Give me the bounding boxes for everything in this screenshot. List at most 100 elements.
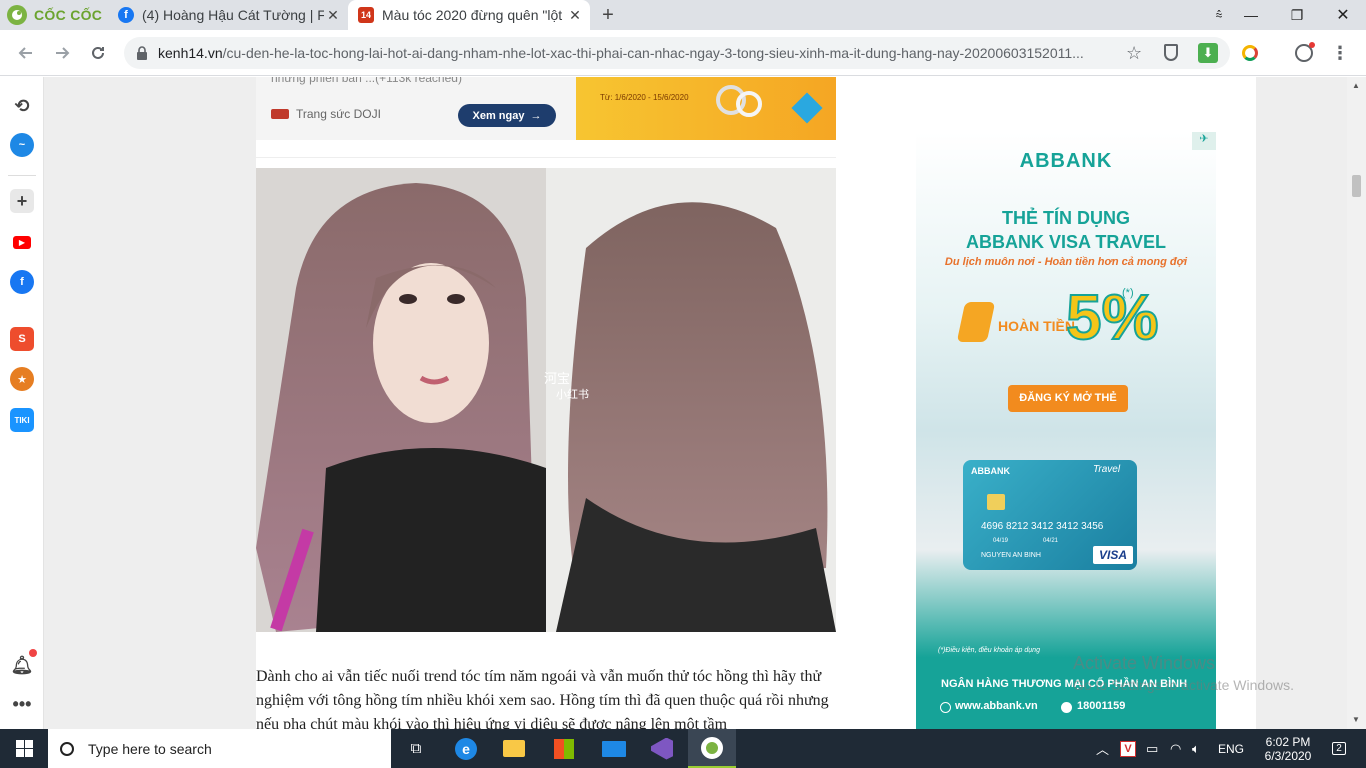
card-type: Travel: [1093, 464, 1121, 475]
phone-icon: [1061, 702, 1072, 713]
close-window-button[interactable]: ✕: [1320, 0, 1366, 30]
file-explorer-icon[interactable]: [490, 729, 538, 768]
tiki-icon[interactable]: TIKI: [10, 408, 34, 432]
clock-time: 6:02 PM: [1265, 734, 1311, 749]
photo-caption: 小红书: [556, 389, 589, 401]
cashback-value: 5%: [1065, 280, 1159, 354]
scroll-down-icon[interactable]: ▼: [1352, 715, 1360, 724]
hair-photo-image: [256, 168, 836, 632]
task-view-icon[interactable]: ⧉: [392, 729, 440, 768]
gem-icon: [791, 92, 823, 124]
store-logo: [554, 738, 574, 759]
close-tab-icon[interactable]: ✕: [566, 7, 584, 24]
antivirus-logo: V: [1120, 740, 1136, 757]
restore-button[interactable]: ❐: [1274, 0, 1320, 30]
card-number: 4696 8212 3412 3412 3456: [981, 521, 1104, 532]
promo-note: những phiên bản ...(+113k reached): [271, 77, 462, 85]
coccoc-icon: [7, 5, 27, 25]
abbank-ad[interactable]: ✈ ABBANK THẺ TÍN DỤNG ABBANK VISA TRAVEL…: [916, 132, 1216, 729]
tray-chevron-icon[interactable]: ︿: [1096, 729, 1109, 768]
notification-dot: [1309, 42, 1315, 48]
youtube-play-icon: ▶: [13, 235, 31, 249]
game-icon[interactable]: ★: [10, 367, 34, 391]
article-photo[interactable]: 河宝 小红书: [256, 168, 836, 632]
card-valid-from: 04/19: [993, 538, 1009, 544]
back-button[interactable]: [12, 39, 40, 67]
new-tab-button[interactable]: +: [596, 3, 620, 27]
start-button[interactable]: [0, 729, 48, 768]
register-card-button[interactable]: ĐĂNG KÝ MỞ THẺ: [1008, 385, 1128, 412]
edge-icon[interactable]: e: [442, 729, 490, 768]
arrow-right-icon: [56, 47, 70, 59]
arrow-right-icon: →: [530, 109, 542, 122]
visual-studio-icon[interactable]: [638, 729, 686, 768]
store-icon[interactable]: [540, 729, 588, 768]
minimize-button[interactable]: —: [1228, 0, 1274, 30]
globe-icon: [940, 702, 951, 713]
menu-button[interactable]: ⋮: [1326, 39, 1354, 67]
folder-logo: [503, 740, 525, 757]
tab-kenh14[interactable]: 14 Màu tóc 2020 đừng quên "lột ✕: [348, 0, 590, 30]
action-center-icon[interactable]: 2: [1324, 729, 1354, 768]
kenh14-icon: 14: [358, 7, 374, 23]
mail-icon[interactable]: [590, 729, 638, 768]
lock-icon: [137, 46, 147, 60]
url-path: /cu-den-he-la-toc-hong-lai-hot-ai-dang-n…: [222, 45, 1084, 61]
scroll-up-icon[interactable]: ▲: [1352, 81, 1360, 90]
promo-banner[interactable]: Từ: 1/6/2020 - 15/6/2020: [576, 77, 836, 140]
close-tab-icon[interactable]: ✕: [324, 7, 342, 24]
reload-button[interactable]: [84, 39, 112, 67]
taskbar-search-box[interactable]: Type here to search: [48, 729, 391, 768]
xem-ngay-button[interactable]: Xem ngay →: [458, 104, 556, 127]
coccoc-taskbar-icon[interactable]: [688, 729, 736, 768]
facebook-app-icon[interactable]: f: [10, 270, 34, 294]
search-placeholder: Type here to search: [88, 740, 212, 757]
forward-button[interactable]: [48, 39, 76, 67]
sponsored-box[interactable]: những phiên bản ...(+113k reached) Trang…: [256, 77, 836, 140]
search-icon: [60, 741, 74, 756]
scrollbar-thumb[interactable]: [1352, 175, 1361, 197]
ad-tagline: Du lịch muôn nơi - Hoàn tiền hơn cả mong…: [944, 256, 1188, 268]
volume-icon[interactable]: 🔈︎: [1192, 729, 1200, 768]
shopee-icon[interactable]: S: [10, 327, 34, 351]
ad-website[interactable]: www.abbank.vn: [955, 700, 1038, 712]
card-valid-to: 04/21: [1043, 538, 1059, 544]
ad-hotline[interactable]: 18001159: [1077, 700, 1125, 712]
sidebar: ⟲ ~ + ▶ f S ★ TIKI 🔔︎ •••: [0, 77, 44, 729]
url-text[interactable]: kenh14.vn/cu-den-he-la-toc-hong-lai-hot-…: [158, 45, 1118, 61]
messenger-icon[interactable]: ~: [10, 133, 34, 157]
page-scrollbar[interactable]: ▲ ▼: [1347, 77, 1366, 729]
activate-windows-subtitle: Go to Settings to activate Windows.: [1073, 677, 1294, 693]
address-bar[interactable]: kenh14.vn/cu-den-he-la-toc-hong-lai-hot-…: [124, 37, 1230, 69]
adchoices-icon[interactable]: ✈: [1192, 132, 1216, 150]
battery-icon[interactable]: ▭: [1146, 729, 1158, 768]
edge-logo: e: [455, 737, 477, 760]
wifi-icon[interactable]: ◠: [1170, 729, 1181, 768]
bookmark-star-icon[interactable]: ☆: [1126, 43, 1142, 64]
download-button[interactable]: ⬇: [1194, 39, 1222, 67]
coccoc-logo[interactable]: CỐC CỐC: [6, 4, 106, 26]
notification-count: 2: [1332, 742, 1346, 755]
cashback-label: HOÀN TIỀN: [998, 318, 1075, 334]
history-icon[interactable]: ⟲: [10, 94, 34, 118]
divider: [256, 157, 836, 158]
language-indicator[interactable]: ENG: [1218, 729, 1244, 768]
more-icon[interactable]: •••: [10, 692, 34, 716]
card-chip-icon: [987, 494, 1005, 510]
facebook-icon: f: [118, 7, 134, 23]
browser-brand: CỐC CỐC: [34, 7, 103, 23]
sponsor-name[interactable]: Trang sức DOJI: [296, 107, 381, 121]
extension-icon: [1242, 45, 1258, 61]
url-domain: kenh14.vn: [158, 45, 223, 61]
browser-toolbar: kenh14.vn/cu-den-he-la-toc-hong-lai-hot-…: [0, 30, 1366, 76]
shield-icon[interactable]: [1164, 44, 1178, 61]
clock-date: 6/3/2020: [1264, 748, 1312, 763]
youtube-icon[interactable]: ▶: [10, 230, 34, 254]
clock[interactable]: 6:02 PM 6/3/2020: [1256, 729, 1320, 768]
add-app-icon[interactable]: +: [10, 189, 34, 213]
card-network: VISA: [1093, 546, 1133, 564]
profile-button[interactable]: [1290, 39, 1318, 67]
antivirus-icon[interactable]: V: [1120, 729, 1136, 768]
extension-button[interactable]: [1236, 39, 1264, 67]
tab-facebook[interactable]: f (4) Hoàng Hậu Cát Tường | Fa ✕: [108, 0, 348, 30]
